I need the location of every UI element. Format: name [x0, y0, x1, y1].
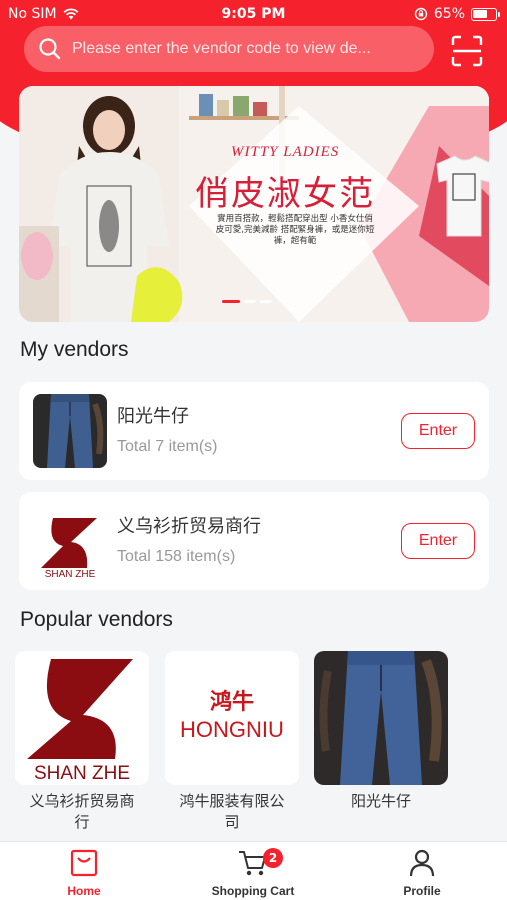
popular-vendor-thumbnail: 鸿牛 HONGNIU: [165, 651, 299, 785]
logo-text: SHAN ZHE: [34, 763, 130, 784]
popular-vendor-name: 义乌衫折贸易商行: [29, 792, 135, 831]
search-placeholder: Please enter the vendor code to view de.…: [72, 40, 371, 57]
vendor-name: 阳光牛仔: [117, 406, 189, 427]
shanzhe-logo: SHAN ZHE: [15, 651, 149, 785]
my-vendors-title: My vendors: [20, 338, 129, 361]
search-input[interactable]: Please enter the vendor code to view de.…: [24, 26, 434, 72]
person-icon: [409, 849, 435, 877]
battery-fill: [473, 9, 487, 18]
tab-shopping-cart[interactable]: 2 Shopping Cart: [203, 848, 303, 898]
promo-banner[interactable]: WITTY LADIES 俏皮淑女范 實用百搭款，輕鬆搭配穿出型 小香女仕俏皮可…: [19, 86, 489, 322]
banner-description: 實用百搭款，輕鬆搭配穿出型 小香女仕俏皮可愛,完美減齡 搭配緊身褲，或是迷你短褲…: [215, 214, 375, 246]
tab-label: Shopping Cart: [211, 884, 295, 898]
vendor-item-count: Total 7 item(s): [117, 438, 218, 455]
vendor-card[interactable]: SHAN ZHE 义乌衫折贸易商行 Total 158 item(s) Ente…: [19, 492, 489, 590]
tab-label: Profile: [403, 884, 441, 898]
logo-text: SHAN ZHE: [45, 569, 96, 578]
vendor-thumbnail: SHAN ZHE: [33, 504, 107, 578]
popular-vendor-item[interactable]: SHAN ZHE 义乌衫折贸易商行: [15, 651, 149, 833]
home-bag-icon: [70, 849, 98, 877]
popular-vendor-item[interactable]: 鸿牛 HONGNIU 鸿牛服装有限公司: [165, 651, 299, 833]
banner-pagination: [222, 300, 272, 303]
popular-vendor-name: 阳光牛仔: [350, 792, 411, 810]
jeans-image: [33, 394, 107, 468]
logo-cn-text: 鸿牛: [210, 689, 254, 715]
hongniu-logo: 鸿牛 HONGNIU: [165, 651, 299, 785]
scan-button[interactable]: [450, 34, 484, 68]
popular-vendor-thumbnail: [314, 651, 448, 785]
scan-icon: [451, 35, 483, 67]
logo-en-text: HONGNIU: [180, 717, 284, 742]
enter-button[interactable]: Enter: [401, 523, 475, 559]
popular-vendors-title: Popular vendors: [20, 608, 173, 631]
battery-icon: [471, 7, 500, 21]
popular-vendor-thumbnail: SHAN ZHE: [15, 651, 149, 785]
cart-badge: 2: [263, 848, 283, 868]
vendor-item-count: Total 158 item(s): [117, 548, 236, 565]
banner-title-en: WITTY LADIES: [231, 144, 340, 160]
rotation-lock-icon: [414, 7, 428, 21]
vendor-thumbnail: [33, 394, 107, 468]
status-right: 65%: [414, 6, 500, 22]
banner-dot[interactable]: [244, 300, 256, 303]
banner-title-cn: 俏皮淑女范: [195, 174, 375, 214]
status-bar: No SIM 9:05 PM 65%: [0, 0, 507, 28]
popular-vendor-name: 鸿牛服装有限公司: [179, 792, 285, 831]
search-icon: [39, 38, 61, 60]
vendor-name: 义乌衫折贸易商行: [117, 516, 261, 537]
battery-percent: 65%: [433, 6, 465, 22]
bottom-tab-bar: Home 2 Shopping Cart Profile: [0, 841, 507, 900]
tab-profile[interactable]: Profile: [372, 848, 472, 898]
enter-button[interactable]: Enter: [401, 413, 475, 449]
banner-dot[interactable]: [260, 300, 272, 303]
jeans-image: [314, 651, 448, 785]
tab-label: Home: [67, 884, 101, 898]
tab-home[interactable]: Home: [34, 848, 134, 898]
banner-dot[interactable]: [222, 300, 240, 303]
vendor-card[interactable]: 阳光牛仔 Total 7 item(s) Enter: [19, 382, 489, 480]
shanzhe-logo: SHAN ZHE: [33, 504, 107, 578]
popular-vendor-item[interactable]: 阳光牛仔: [314, 651, 448, 812]
